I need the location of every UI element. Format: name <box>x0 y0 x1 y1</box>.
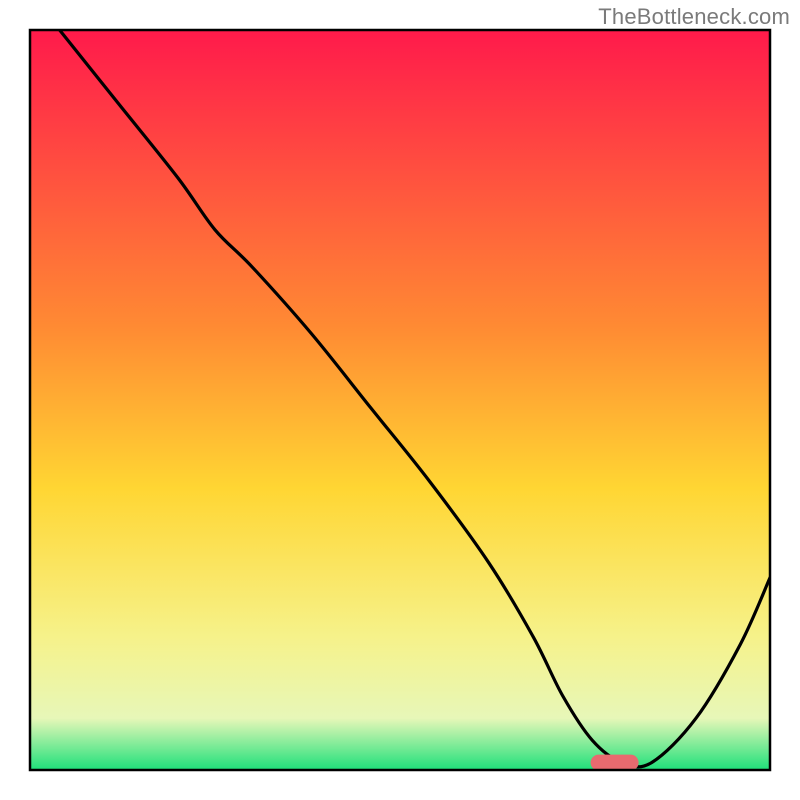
optimal-marker <box>591 755 639 771</box>
watermark-text: TheBottleneck.com <box>598 4 790 30</box>
chart-svg <box>0 0 800 800</box>
bottleneck-chart: TheBottleneck.com <box>0 0 800 800</box>
chart-background <box>30 30 770 770</box>
